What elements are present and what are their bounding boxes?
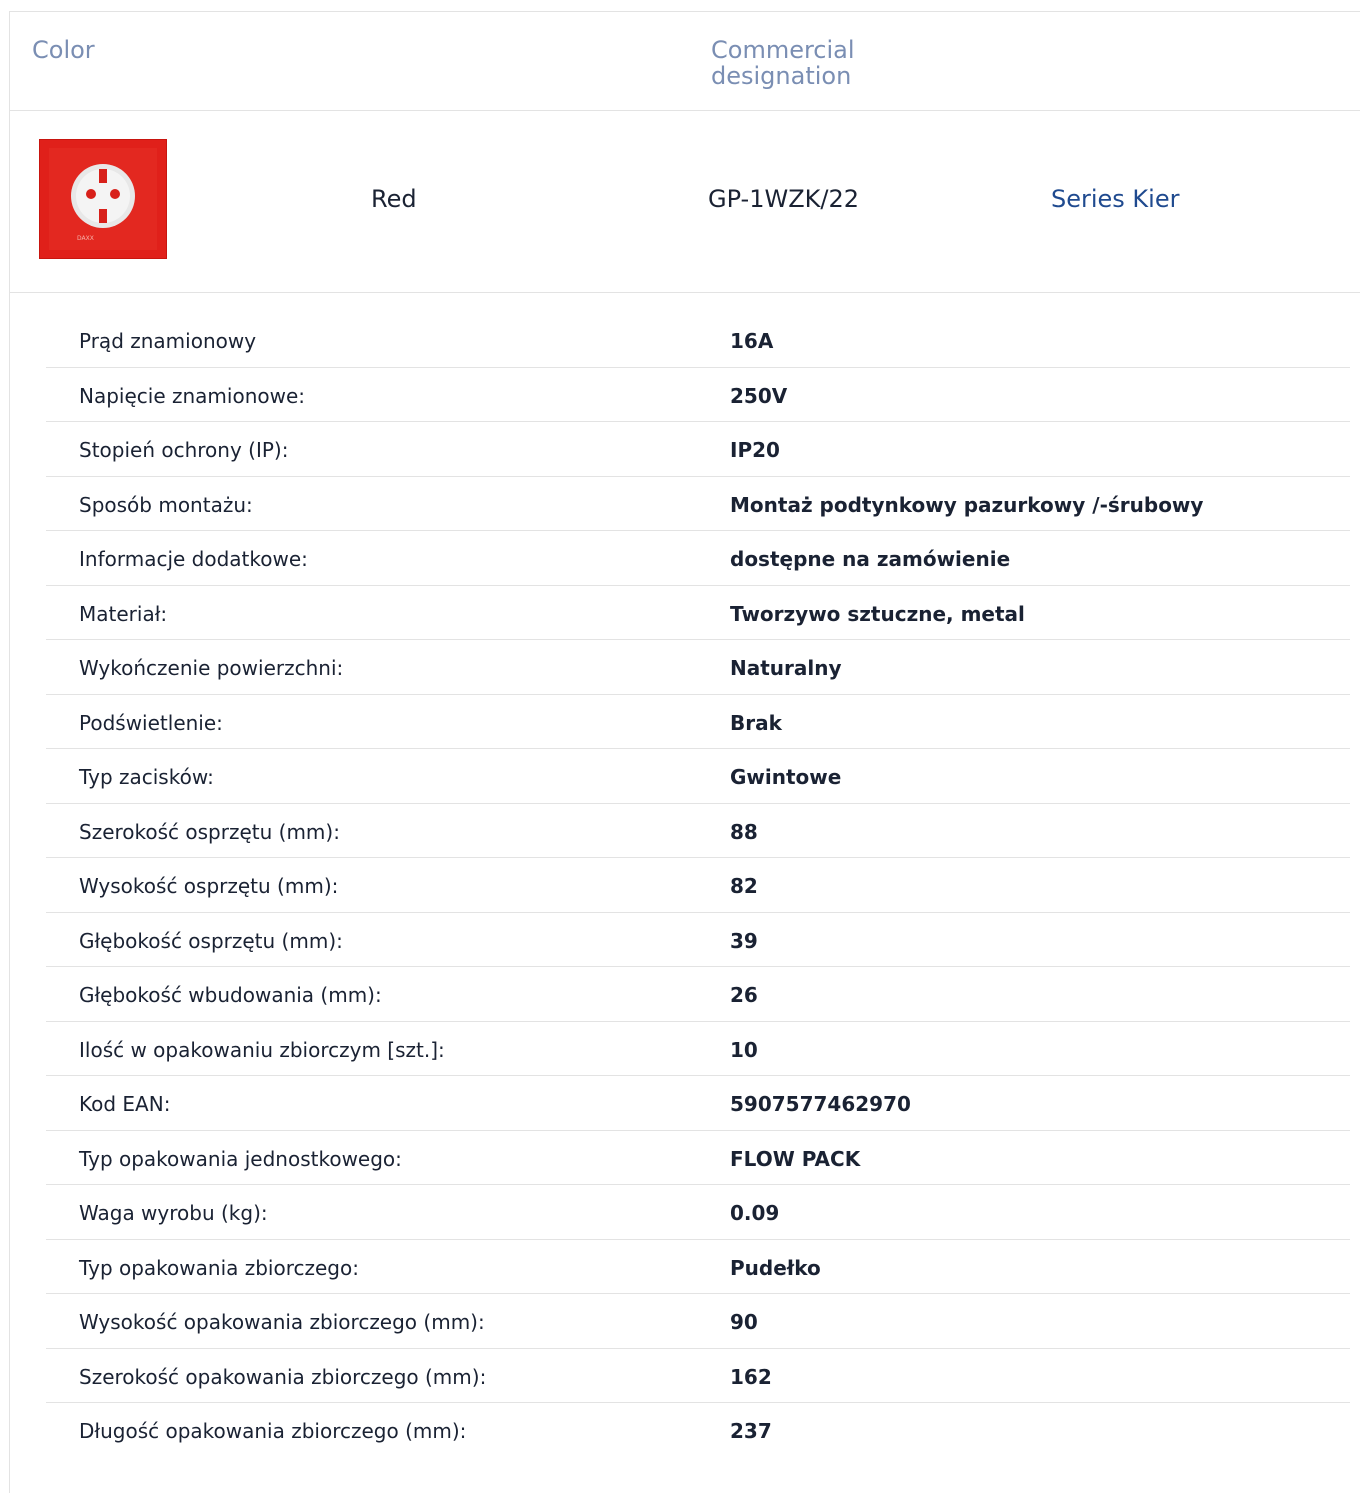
spec-label: Głębokość wbudowania (mm): [79, 983, 382, 1007]
brand-mark: DAXX [77, 235, 94, 242]
product-row: DAXX Red GP-1WZK/22 Series Kier [9, 111, 1360, 293]
spec-row: Szerokość osprzętu (mm): 88 [46, 804, 1350, 858]
product-designation: GP-1WZK/22 [708, 185, 860, 213]
spec-value: Montaż podtynkowy pazurkowy /-śrubowy [730, 492, 1204, 517]
earth-pin-bottom [99, 209, 107, 223]
spec-row: Szerokość opakowania zbiorczego (mm): 162 [46, 1349, 1350, 1403]
spec-row: Informacje dodatkowe: dostępne na zamówie… [46, 531, 1350, 586]
header-commercial-designation: Commercial designation [711, 36, 855, 90]
spec-value: 237 [730, 1419, 772, 1443]
spec-value: Tworzywo sztuczne, metal [730, 601, 1025, 626]
spec-row: Typ zacisków: Gwintowe [46, 749, 1350, 804]
spec-value: dostępne na zamówienie [730, 547, 1011, 571]
spec-value: Naturalny [730, 656, 842, 680]
spec-value: 39 [730, 928, 758, 953]
spec-label: Długość opakowania zbiorczego (mm): [79, 1419, 467, 1443]
spec-row: Prąd znamionowy 16A [46, 313, 1350, 368]
spec-value: Gwintowe [730, 765, 842, 789]
spec-label: Typ opakowania jednostkowego: [79, 1146, 402, 1171]
product-color: Red [371, 185, 417, 213]
spec-value: 82 [730, 874, 758, 898]
spec-row: Typ opakowania zbiorczego: Pudełko [46, 1240, 1350, 1294]
spec-row: Wykończenie powierzchni: Naturalny [46, 640, 1350, 695]
spec-label: Stopień ochrony (IP): [79, 438, 289, 462]
spec-row: Napięcie znamionowe: 250V [46, 368, 1350, 422]
table-header: Color Commercial designation [9, 11, 1360, 111]
spec-row: Ilość w opakowaniu zbiorczym [szt.]: 10 [46, 1022, 1350, 1076]
spec-row: Typ opakowania jednostkowego: FLOW PACK [46, 1131, 1350, 1185]
spec-label: Szerokość osprzętu (mm): [79, 819, 340, 844]
series-link[interactable]: Series Kier [1051, 185, 1179, 213]
spec-value: FLOW PACK [730, 1146, 861, 1171]
spec-value: 250V [730, 383, 788, 408]
spec-label: Sposób montażu: [79, 492, 253, 517]
spec-row: Wysokość opakowania zbiorczego (mm): 90 [46, 1294, 1350, 1349]
spec-row: Kod EAN: 5907577462970 [46, 1076, 1350, 1131]
spec-row: Głębokość osprzętu (mm): 39 [46, 913, 1350, 967]
spec-value: 5907577462970 [730, 1092, 911, 1116]
spec-row: Sposób montażu: Montaż podtynkowy pazurko… [46, 477, 1350, 531]
spec-value: IP20 [730, 438, 780, 462]
earth-pin-top [99, 169, 107, 183]
spec-label: Szerokość opakowania zbiorczego (mm): [79, 1364, 487, 1389]
spec-table: Prąd znamionowy 16A Napięcie znamionowe: 25… [46, 313, 1350, 1458]
spec-label: Ilość w opakowaniu zbiorczym [szt.]: [79, 1037, 445, 1062]
spec-label: Materiał: [79, 601, 168, 626]
spec-value: 88 [730, 819, 758, 844]
spec-row: Głębokość wbudowania (mm): 26 [46, 967, 1350, 1022]
spec-value: 162 [730, 1364, 772, 1389]
spec-row: Waga wyrobu (kg): 0.09 [46, 1185, 1350, 1240]
spec-label: Typ zacisków: [79, 765, 214, 789]
spec-label: Głębokość osprzętu (mm): [79, 928, 343, 953]
spec-label: Wysokość opakowania zbiorczego (mm): [79, 1310, 485, 1334]
header-color: Color [32, 36, 95, 64]
spec-row: Materiał: Tworzywo sztuczne, metal [46, 586, 1350, 640]
spec-label: Napięcie znamionowe: [79, 383, 306, 408]
spec-row: Długość opakowania zbiorczego (mm): 237 [46, 1403, 1350, 1458]
socket-hole-left [86, 189, 96, 199]
spec-label: Wykończenie powierzchni: [79, 656, 344, 680]
spec-value: 16A [730, 329, 774, 353]
spec-label: Typ opakowania zbiorczego: [79, 1255, 359, 1280]
spec-label: Waga wyrobu (kg): [79, 1201, 268, 1225]
spec-value: Brak [730, 710, 782, 735]
spec-value: 26 [730, 983, 758, 1007]
spec-row: Stopień ochrony (IP): IP20 [46, 422, 1350, 477]
spec-value: 10 [730, 1037, 758, 1062]
spec-label: Wysokość osprzętu (mm): [79, 874, 339, 898]
spec-label: Podświetlenie: [79, 710, 223, 735]
socket-red-icon: DAXX [39, 139, 167, 259]
spec-row: Wysokość osprzętu (mm): 82 [46, 858, 1350, 913]
spec-value: 90 [730, 1310, 758, 1334]
spec-value: Pudełko [730, 1255, 821, 1280]
spec-label: Kod EAN: [79, 1092, 171, 1116]
spec-label: Informacje dodatkowe: [79, 547, 308, 571]
socket-face [76, 169, 130, 223]
spec-label: Prąd znamionowy [79, 329, 257, 353]
spec-row: Podświetlenie: Brak [46, 695, 1350, 749]
socket-hole-right [110, 189, 120, 199]
spec-value: 0.09 [730, 1201, 780, 1225]
